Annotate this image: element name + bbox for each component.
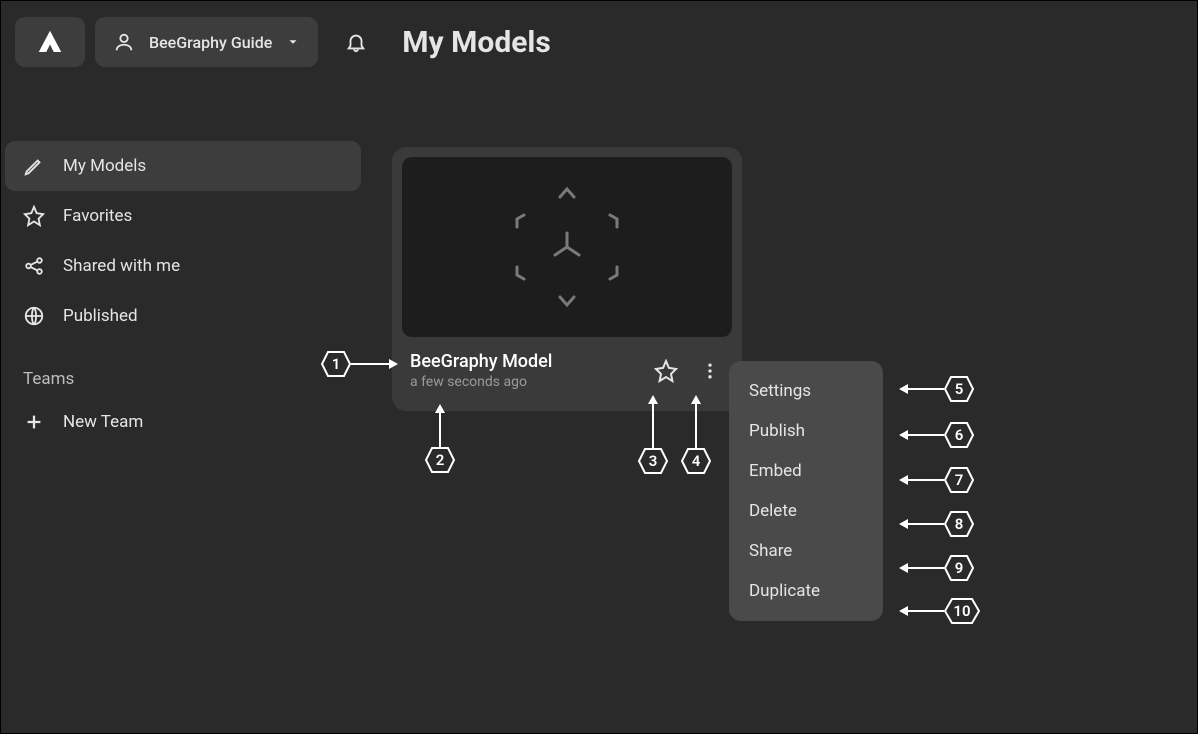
annotation-8: 8: [899, 511, 974, 537]
teams-heading: Teams: [5, 341, 361, 397]
model-title: BeeGraphy Model: [410, 351, 652, 372]
share-icon: [23, 255, 45, 277]
more-options-button[interactable]: [696, 357, 724, 385]
plus-icon: [23, 411, 45, 433]
annotation-7: 7: [899, 467, 974, 493]
sidebar: My Models Favorites Shared with me Publi…: [5, 141, 361, 447]
globe-icon: [23, 305, 45, 327]
bell-icon: [345, 31, 367, 53]
sidebar-item-favorites[interactable]: Favorites: [5, 191, 361, 241]
new-team-button[interactable]: New Team: [5, 397, 361, 447]
model-preview: [402, 157, 732, 337]
star-icon: [654, 359, 678, 383]
notifications-button[interactable]: [338, 24, 374, 60]
menu-item-embed[interactable]: Embed: [729, 451, 883, 491]
user-icon: [113, 31, 135, 53]
menu-item-settings[interactable]: Settings: [729, 371, 883, 411]
context-menu: Settings Publish Embed Delete Share Dupl…: [729, 361, 883, 621]
annotation-10: 10: [899, 598, 980, 624]
sidebar-item-label: Favorites: [63, 206, 132, 226]
account-name: BeeGraphy Guide: [149, 33, 272, 52]
sidebar-item-published[interactable]: Published: [5, 291, 361, 341]
page-title: My Models: [402, 25, 550, 60]
favorite-button[interactable]: [652, 357, 680, 385]
sidebar-item-my-models[interactable]: My Models: [5, 141, 361, 191]
menu-item-publish[interactable]: Publish: [729, 411, 883, 451]
sidebar-item-shared[interactable]: Shared with me: [5, 241, 361, 291]
chevron-down-icon: [286, 35, 300, 49]
annotation-9: 9: [899, 555, 974, 581]
model-timestamp: a few seconds ago: [410, 374, 652, 390]
model-card[interactable]: BeeGraphy Model a few seconds ago: [392, 147, 742, 411]
logo[interactable]: [15, 17, 85, 67]
sidebar-item-label: Published: [63, 306, 138, 326]
annotation-6: 6: [899, 422, 974, 448]
menu-item-duplicate[interactable]: Duplicate: [729, 571, 883, 611]
annotation-5: 5: [899, 376, 974, 402]
pencil-icon: [23, 155, 45, 177]
sidebar-item-label: Shared with me: [63, 256, 180, 276]
annotation-2: 2: [425, 404, 455, 473]
account-switcher[interactable]: BeeGraphy Guide: [95, 17, 318, 67]
cube-placeholder-icon: [497, 177, 637, 317]
new-team-label: New Team: [63, 412, 143, 432]
star-icon: [23, 205, 45, 227]
sidebar-item-label: My Models: [63, 156, 146, 176]
logo-icon: [35, 27, 65, 57]
menu-item-delete[interactable]: Delete: [729, 491, 883, 531]
kebab-icon: [700, 361, 720, 381]
menu-item-share[interactable]: Share: [729, 531, 883, 571]
